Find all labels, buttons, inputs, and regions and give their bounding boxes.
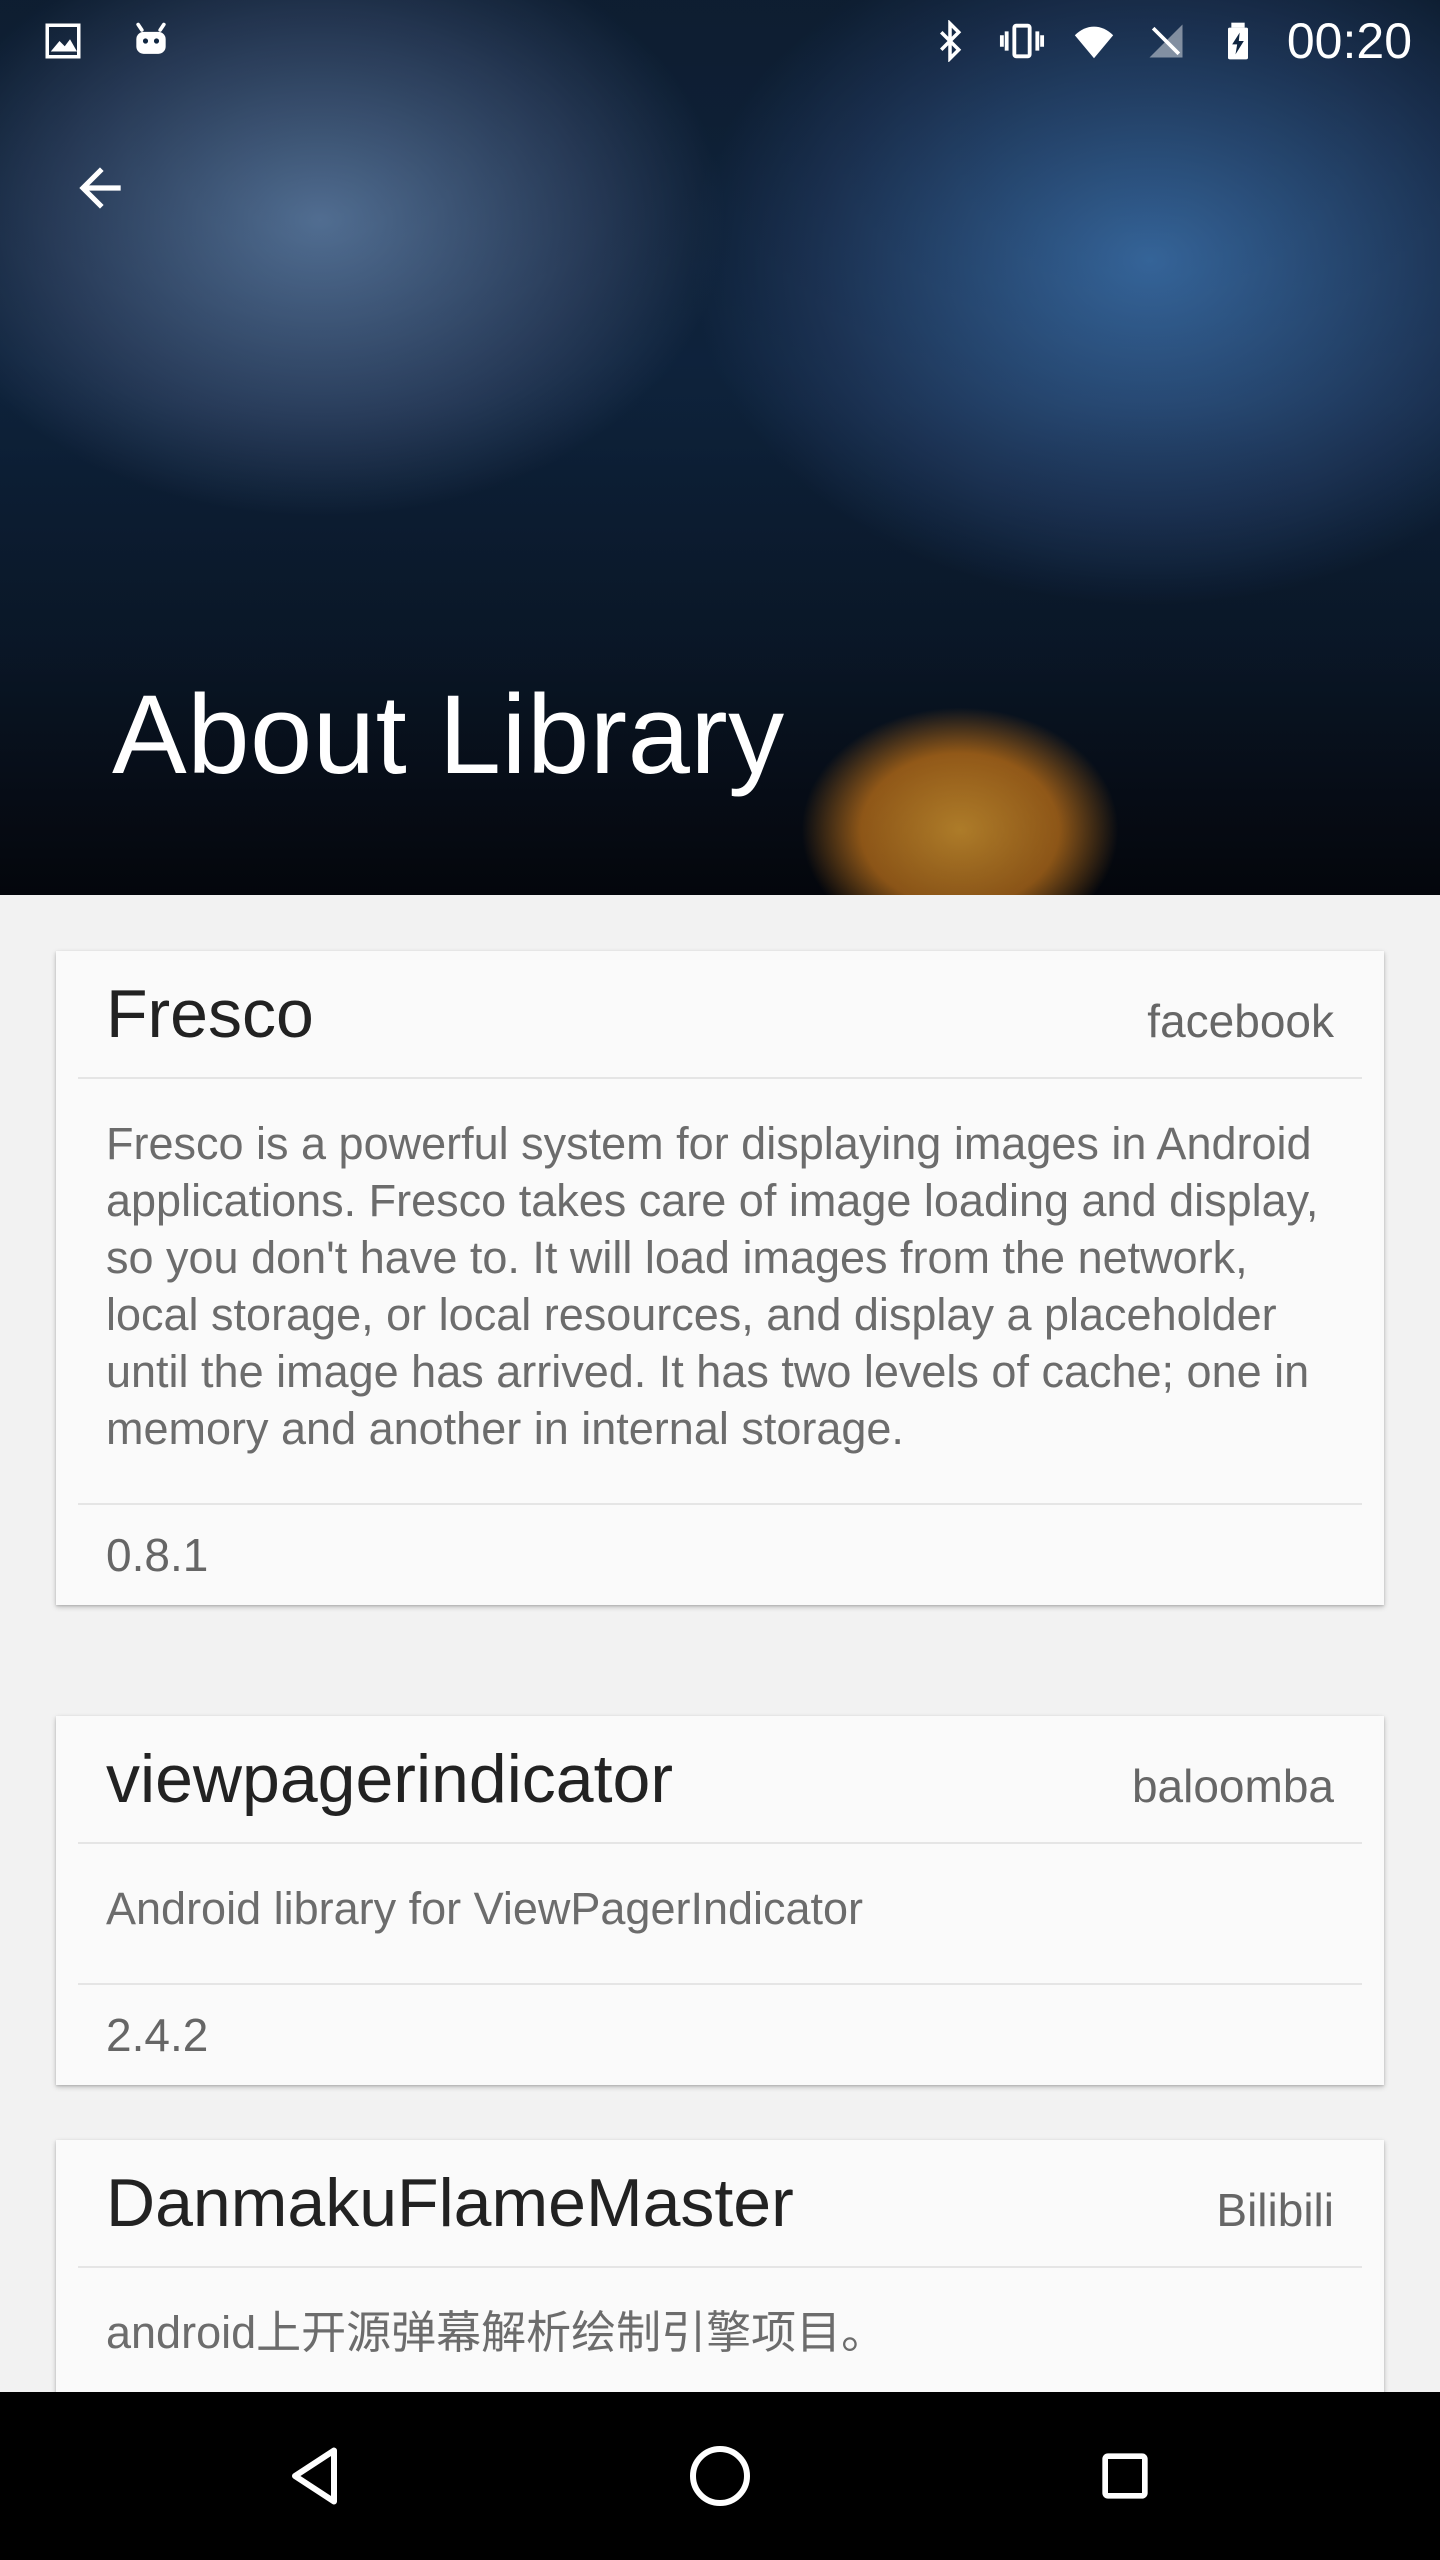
status-left: [40, 18, 174, 64]
nav-recents-button[interactable]: [1083, 2434, 1167, 2518]
library-card-viewpagerindicator[interactable]: viewpagerindicator baloomba Android libr…: [56, 1716, 1384, 2085]
library-author: facebook: [1147, 995, 1334, 1047]
navigation-bar: [0, 2392, 1440, 2560]
library-author: baloomba: [1131, 1760, 1334, 1812]
vibrate-icon: [999, 18, 1045, 64]
home-circle-icon: [690, 2446, 750, 2506]
bluetooth-icon: [927, 18, 973, 64]
library-card-danmakuflamemaster[interactable]: DanmakuFlameMaster Bilibili android上开源弹幕…: [56, 2140, 1384, 2392]
header-image: 00:20 About Library: [0, 0, 1440, 895]
library-name: Fresco: [106, 976, 314, 1052]
library-version: 0.8.1: [106, 1529, 209, 1581]
app-screen: 00:20 About Library Fresco facebook Fres…: [0, 0, 1440, 2560]
back-triangle-icon: [292, 2447, 337, 2505]
library-description: Android library for ViewPagerIndicator: [106, 1883, 864, 1934]
status-right: 00:20: [927, 16, 1412, 66]
card-header: DanmakuFlameMaster Bilibili: [56, 2140, 1384, 2266]
arrow-back-icon: [79, 167, 121, 209]
card-header: viewpagerindicator baloomba: [56, 1716, 1384, 1842]
library-author: Bilibili: [1216, 2184, 1334, 2236]
library-name: viewpagerindicator: [106, 1741, 673, 1817]
library-name: DanmakuFlameMaster: [106, 2165, 794, 2241]
page-title: About Library: [112, 672, 785, 797]
library-card-fresco[interactable]: Fresco facebook Fresco is a powerful sys…: [56, 951, 1384, 1605]
library-description: android上开源弹幕解析绘制引擎项目。: [106, 2307, 887, 2358]
battery-charging-icon: [1215, 18, 1261, 64]
nav-back-button[interactable]: [274, 2434, 358, 2518]
card-header: Fresco facebook: [56, 951, 1384, 1077]
no-signal-icon: [1143, 18, 1189, 64]
status-time: 00:20: [1286, 13, 1412, 69]
nav-home-button[interactable]: [678, 2434, 762, 2518]
library-list[interactable]: Fresco facebook Fresco is a powerful sys…: [0, 895, 1440, 2392]
android-icon: [128, 18, 174, 64]
library-version: 2.4.2: [106, 2009, 209, 2061]
wifi-icon: [1071, 18, 1117, 64]
recents-square-icon: [1102, 2453, 1148, 2499]
image-icon: [40, 18, 86, 64]
status-bar: 00:20: [0, 0, 1440, 84]
back-button[interactable]: [58, 146, 142, 230]
library-description: Fresco is a powerful system for displayi…: [106, 1118, 1319, 1454]
